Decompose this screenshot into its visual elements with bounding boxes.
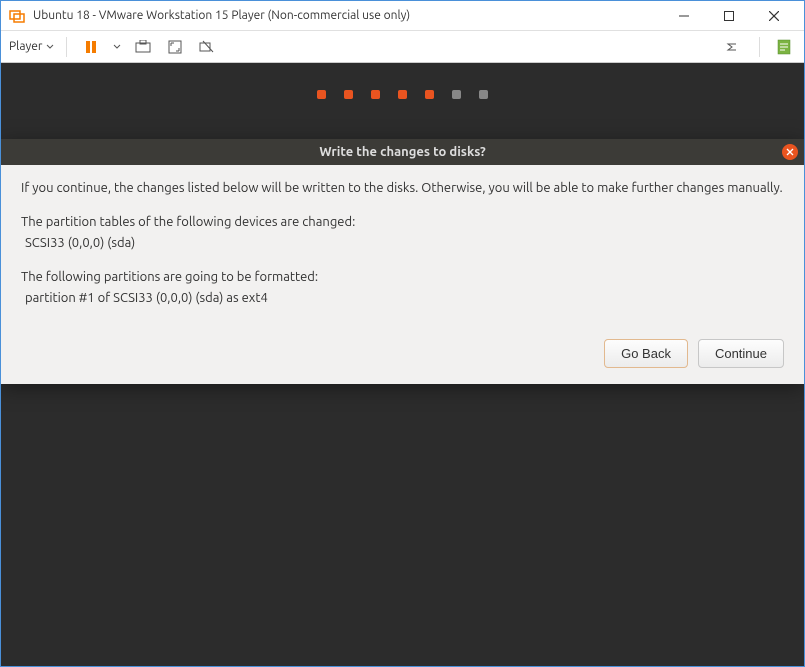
dialog-titlebar: Write the changes to disks? (1, 139, 804, 165)
progress-dot (479, 90, 488, 99)
progress-dot (344, 90, 353, 99)
dialog-format-heading: The following partitions are going to be… (21, 268, 784, 288)
close-button[interactable] (751, 2, 796, 30)
window-title: Ubuntu 18 - VMware Workstation 15 Player… (33, 9, 661, 22)
continue-button[interactable]: Continue (698, 339, 784, 368)
dialog-partition-tables-heading: The partition tables of the following de… (21, 213, 784, 233)
progress-dot (398, 90, 407, 99)
power-dropdown[interactable] (111, 35, 123, 59)
player-menu[interactable]: Player (9, 40, 54, 53)
progress-dot-current (452, 90, 461, 99)
go-back-button[interactable]: Go Back (604, 339, 688, 368)
dialog-title-text: Write the changes to disks? (319, 145, 485, 159)
send-ctrl-alt-del-button[interactable] (131, 35, 155, 59)
dialog-close-button[interactable] (782, 144, 798, 160)
fullscreen-button[interactable] (163, 35, 187, 59)
cycle-button[interactable] (723, 35, 747, 59)
progress-dot (425, 90, 434, 99)
notes-button[interactable] (772, 35, 796, 59)
progress-dot (371, 90, 380, 99)
window-titlebar: Ubuntu 18 - VMware Workstation 15 Player… (1, 1, 804, 31)
progress-dot (317, 90, 326, 99)
maximize-button[interactable] (706, 2, 751, 30)
dialog-format-item: partition #1 of SCSI33 (0,0,0) (sda) as … (25, 289, 784, 309)
dialog-intro: If you continue, the changes listed belo… (21, 179, 784, 199)
unity-button[interactable] (195, 35, 219, 59)
confirm-dialog: Write the changes to disks? If you conti… (1, 139, 804, 384)
toolbar-separator (66, 37, 67, 57)
close-icon (786, 148, 794, 156)
chevron-down-icon (46, 43, 54, 51)
toolbar-separator (759, 37, 760, 57)
dialog-partition-tables-item: SCSI33 (0,0,0) (sda) (25, 234, 784, 254)
minimize-button[interactable] (661, 2, 706, 30)
pause-button[interactable] (79, 35, 103, 59)
player-menu-label: Player (9, 40, 42, 53)
chevron-down-icon (113, 43, 121, 51)
vmware-toolbar: Player (1, 31, 804, 63)
vm-display[interactable]: Sat 13:24 Install Installation type This… (1, 63, 804, 666)
progress-dots (1, 63, 804, 139)
vmware-icon (9, 8, 25, 24)
